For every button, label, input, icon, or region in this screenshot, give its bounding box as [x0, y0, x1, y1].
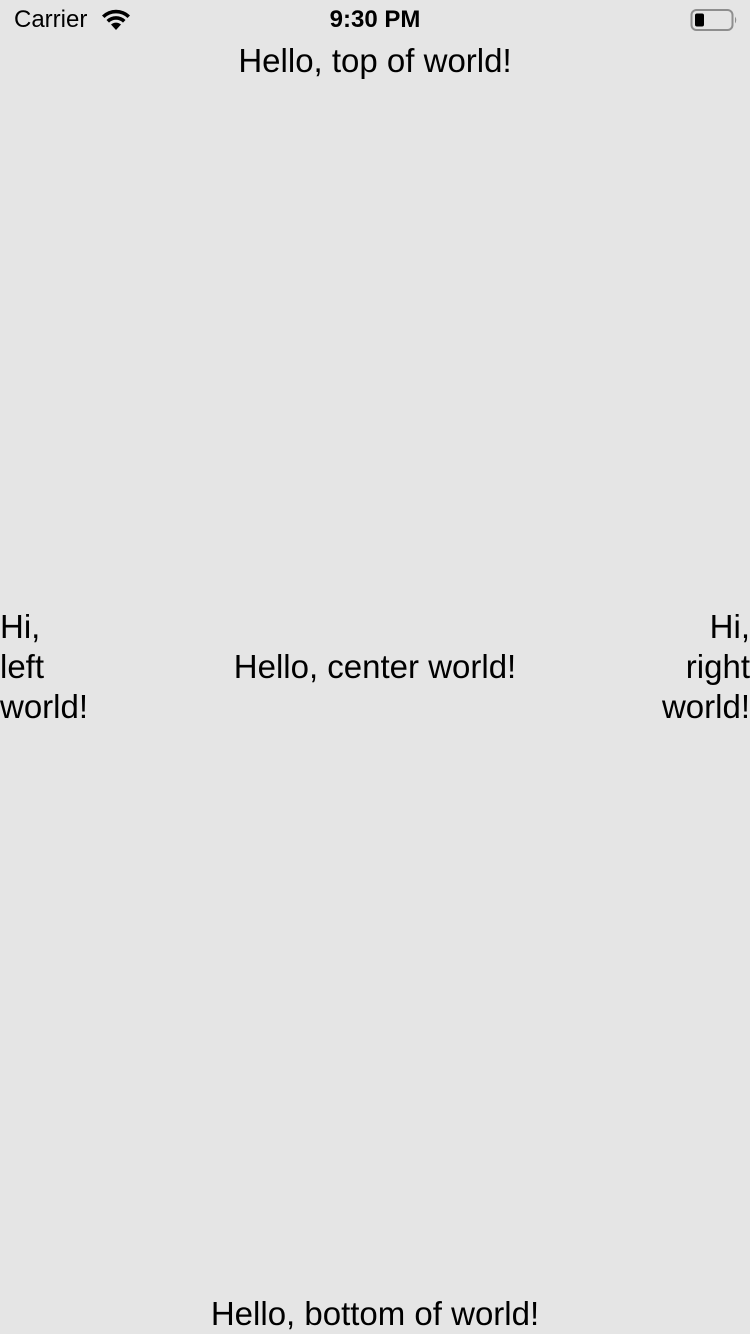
right-label-line-2: right	[685, 648, 750, 685]
status-time: 9:30 PM	[329, 6, 421, 33]
left-label-line-3: world!	[0, 688, 89, 725]
right-label: Hi, right world!	[640, 607, 750, 727]
left-label-line-1: Hi,	[0, 608, 41, 645]
right-label-line-1: Hi,	[709, 608, 750, 645]
top-label: Hello, top of world!	[238, 42, 512, 79]
bottom-label: Hello, bottom of world!	[210, 1295, 540, 1332]
right-label-line-3: world!	[661, 688, 750, 725]
battery-icon	[690, 9, 737, 31]
center-label: Hello, center world!	[233, 648, 517, 685]
status-bar: Carrier 9:30 PM	[0, 0, 750, 40]
